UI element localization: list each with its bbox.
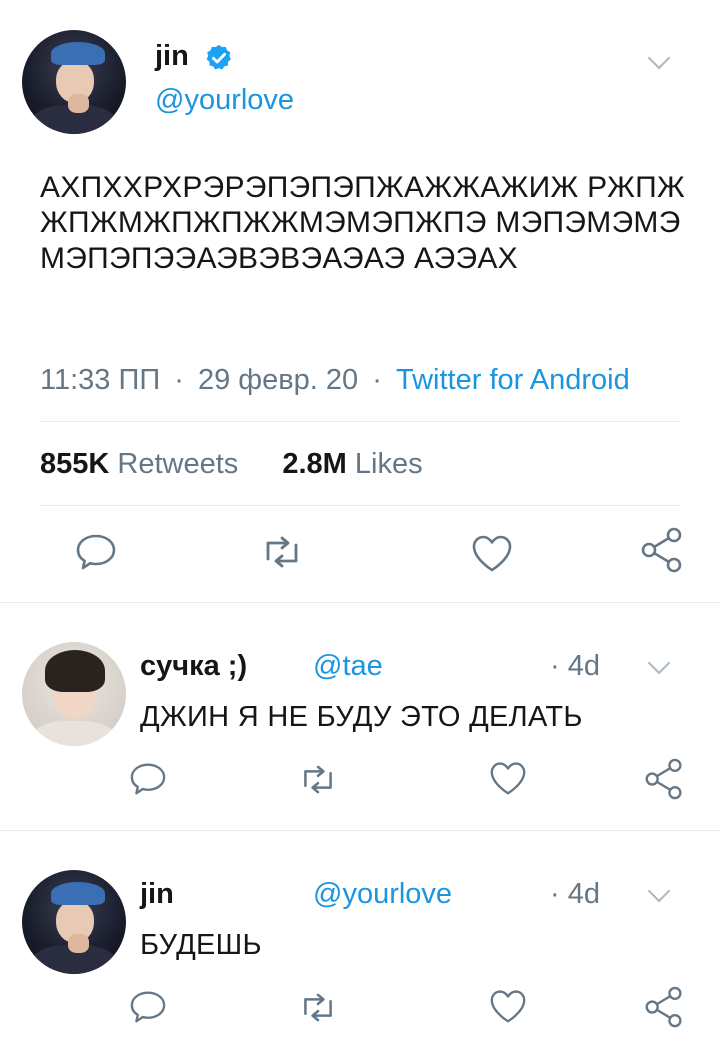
retweet-icon[interactable] [262, 535, 302, 569]
retweet-icon[interactable] [300, 992, 336, 1023]
reply-author-name[interactable]: сучка ;) [140, 650, 247, 683]
reply-icon[interactable] [128, 990, 168, 1024]
divider [0, 830, 720, 831]
tweet-meta: 11:33 ПП · 29 февр. 20 · Twitter for And… [40, 364, 630, 397]
chevron-down-icon[interactable] [647, 879, 671, 903]
tweet-text: АХПХХРХРЭРЭПЭПЭПЖАЖЖАЖИЖ РЖПЖЖПЖМЖПЖПЖЖМ… [40, 171, 685, 275]
share-icon[interactable] [640, 527, 684, 573]
separator: · [174, 364, 184, 396]
chevron-down-icon[interactable] [647, 46, 671, 70]
divider [40, 421, 680, 422]
like-count-value: 2.8M [282, 448, 347, 480]
share-icon[interactable] [644, 758, 684, 800]
reply-text: ДЖИН Я НЕ БУДУ ЭТО ДЕЛАТЬ [140, 701, 583, 733]
reply-author-name[interactable]: jin [140, 878, 174, 911]
tweet-stats: 855K Retweets 2.8M Likes [40, 448, 423, 481]
verified-badge-icon [204, 43, 234, 73]
like-icon[interactable] [488, 760, 528, 796]
reply-icon[interactable] [74, 533, 118, 571]
divider [0, 602, 720, 603]
share-icon[interactable] [644, 986, 684, 1028]
chevron-down-icon[interactable] [647, 651, 671, 675]
avatar[interactable] [22, 30, 126, 134]
reply-author-handle[interactable]: @tae [313, 650, 383, 683]
tweet-date: 29 февр. 20 [197, 364, 359, 396]
reply-icon[interactable] [128, 762, 168, 796]
author-handle[interactable]: @yourlove [155, 84, 294, 117]
tweet-source-link[interactable]: Twitter for Android [396, 364, 630, 396]
reply-text: БУДЕШЬ [140, 929, 262, 961]
like-count[interactable]: 2.8M Likes [282, 448, 422, 480]
like-icon[interactable] [488, 988, 528, 1024]
avatar[interactable] [22, 870, 126, 974]
retweet-count-label: Retweets [117, 448, 239, 480]
reply-author-handle[interactable]: @yourlove [313, 878, 452, 911]
separator: · [372, 364, 382, 396]
divider [40, 505, 680, 506]
tweet-time: 11:33 ПП [40, 364, 161, 396]
avatar[interactable] [22, 642, 126, 746]
like-icon[interactable] [470, 533, 514, 573]
retweet-count[interactable]: 855K Retweets [40, 448, 246, 480]
retweet-count-value: 855K [40, 448, 110, 480]
like-count-label: Likes [354, 448, 423, 480]
retweet-icon[interactable] [300, 764, 336, 795]
reply-time: · 4d [550, 878, 600, 910]
author-name[interactable]: jin [155, 40, 189, 73]
reply-time: · 4d [550, 650, 600, 682]
